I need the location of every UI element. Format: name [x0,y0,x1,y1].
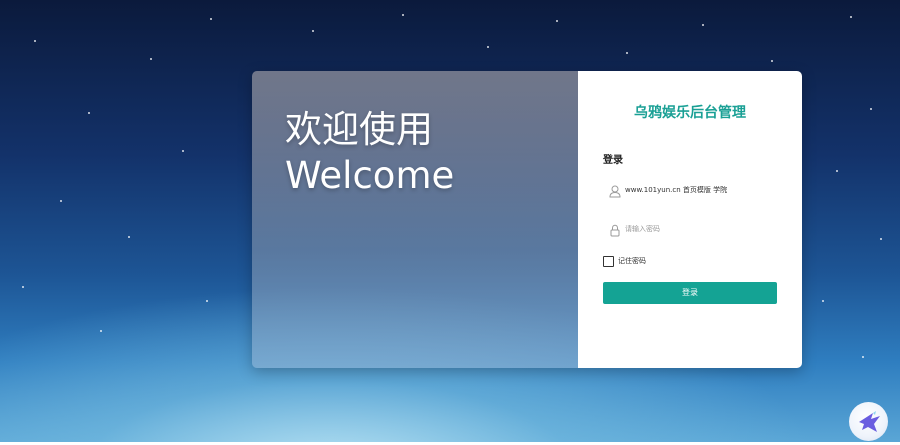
welcome-panel: 欢迎使用 Welcome [252,71,578,368]
bird-logo [849,402,888,441]
remember-checkbox[interactable] [603,255,614,267]
login-heading: 登录 [603,155,623,166]
star [870,108,872,110]
star [771,60,773,62]
username-field [603,179,777,201]
star [556,20,558,22]
lock-icon [609,222,621,237]
star [100,330,102,332]
star [34,40,36,42]
star [487,46,489,48]
star [626,52,628,54]
star [836,170,838,172]
star [862,356,864,358]
password-input[interactable] [625,218,775,240]
star [206,300,208,302]
welcome-text: 欢迎使用 Welcome [285,107,454,199]
star [182,150,184,152]
login-panel: 乌鸦娱乐后台管理 登录 记住密码 登录 [578,71,802,368]
star [402,14,404,16]
star [60,200,62,202]
login-card: 欢迎使用 Welcome 乌鸦娱乐后台管理 登录 www.101yun.cn 首… [252,71,802,368]
star [822,300,824,302]
remember-label: 记住密码 [618,257,646,265]
star [150,58,152,60]
password-field [603,218,777,240]
user-icon [609,183,621,198]
star [850,16,852,18]
star [702,24,704,26]
star [312,30,314,32]
login-button[interactable]: 登录 [603,282,777,304]
bird-icon [859,411,880,432]
welcome-line-chinese: 欢迎使用 [285,108,433,151]
welcome-line-english: Welcome [285,154,455,197]
star [128,236,130,238]
username-input[interactable] [625,179,775,201]
star [880,238,882,240]
app-title: 乌鸦娱乐后台管理 [634,105,746,121]
remember-password[interactable]: 记住密码 [603,255,646,267]
star [210,18,212,20]
star [88,112,90,114]
star [22,286,24,288]
